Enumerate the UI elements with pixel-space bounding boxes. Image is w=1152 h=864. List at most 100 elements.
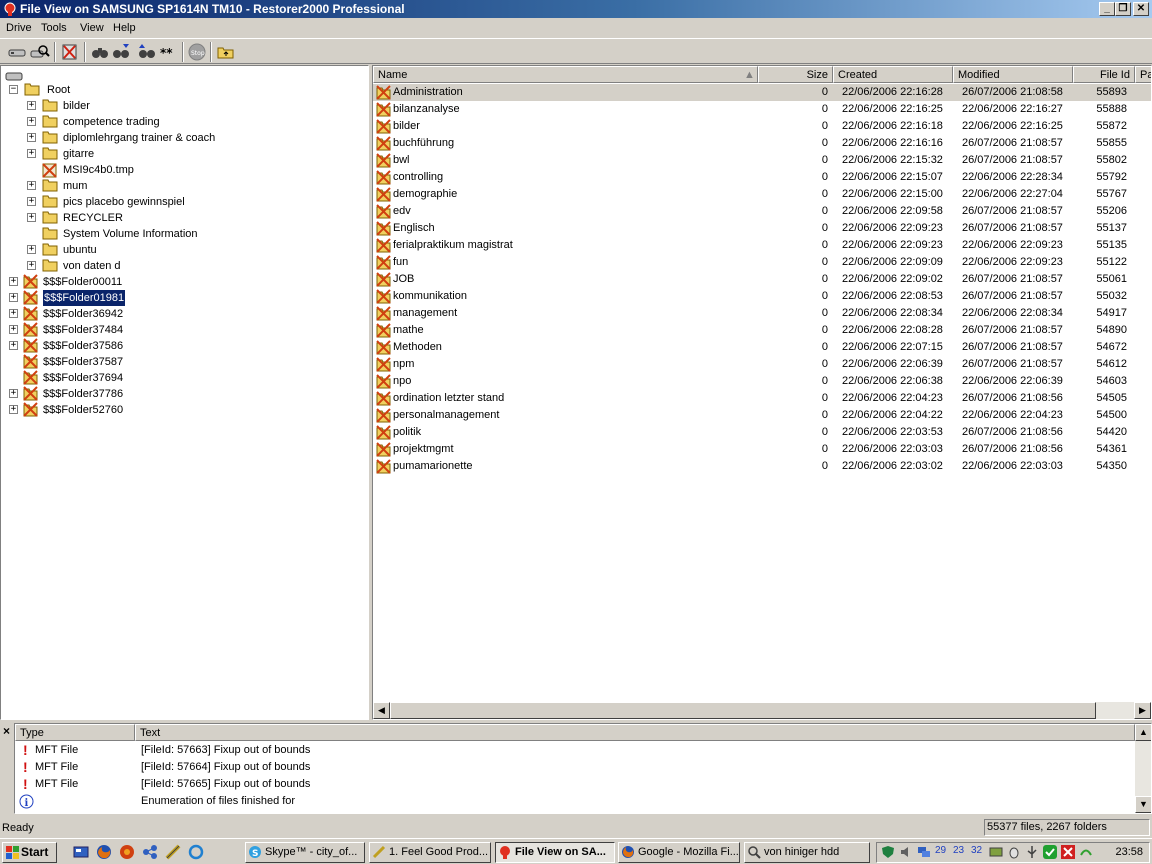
taskbar-button[interactable]: Google - Mozilla Fi... — [618, 842, 740, 863]
log-row[interactable]: ! MFT File [FileId: 57665] Fixup out of bo… — [15, 776, 1135, 793]
delete-mark-icon[interactable] — [60, 42, 80, 62]
column-header-parent[interactable]: Pa — [1135, 66, 1151, 83]
tree-item[interactable]: + von daten d — [1, 258, 361, 274]
expand-toggle[interactable]: + — [9, 293, 18, 302]
file-row[interactable]: npo 0 22/06/2006 22:06:38 22/06/2006 22:06:… — [373, 373, 1151, 390]
tree-item[interactable]: + diplomlehrgang trainer & coach — [1, 130, 361, 146]
expand-toggle[interactable]: + — [27, 133, 36, 142]
menu-drive[interactable]: Drive — [6, 18, 32, 38]
usb-icon[interactable] — [1025, 845, 1039, 859]
log-row[interactable]: ! MFT File [FileId: 57663] Fixup out of bo… — [15, 742, 1135, 759]
tree-item[interactable]: MSI9c4b0.tmp — [1, 162, 361, 178]
log-column-type[interactable]: Type — [15, 724, 135, 741]
log-scroll-up-button[interactable]: ▲ — [1135, 724, 1151, 741]
file-row[interactable]: buchführung 0 22/06/2006 22:16:16 26/07/200… — [373, 135, 1151, 152]
expand-toggle[interactable]: + — [27, 261, 36, 270]
taskbar-button[interactable]: 1. Feel Good Prod... — [369, 842, 491, 863]
scroll-thumb[interactable] — [390, 702, 1096, 719]
menu-help[interactable]: Help — [113, 18, 136, 38]
sync-icon[interactable] — [188, 844, 204, 860]
expand-toggle[interactable]: + — [27, 197, 36, 206]
wildcard-search-icon[interactable]: ** — [158, 42, 178, 62]
expand-toggle[interactable]: + — [9, 325, 18, 334]
log-close-icon[interactable]: × — [3, 724, 10, 738]
tree-item-lost-folder[interactable]: + $$$Folder37484 — [1, 322, 361, 338]
file-row[interactable]: management 0 22/06/2006 22:08:34 22/06/2006… — [373, 305, 1151, 322]
expand-toggle[interactable]: + — [27, 181, 36, 190]
menu-view[interactable]: View — [80, 18, 104, 38]
file-row[interactable]: pumamarionette 0 22/06/2006 22:03:02 22/06/… — [373, 458, 1151, 475]
up-folder-icon[interactable] — [216, 42, 236, 62]
expand-toggle[interactable]: + — [9, 341, 18, 350]
tree-item[interactable]: System Volume Information — [1, 226, 361, 242]
start-button[interactable]: Start — [2, 842, 57, 863]
expand-toggle[interactable]: + — [9, 309, 18, 318]
scan-drive-icon[interactable] — [30, 42, 50, 62]
expand-toggle[interactable]: + — [27, 117, 36, 126]
expand-toggle[interactable]: + — [9, 405, 18, 414]
tools-icon[interactable] — [165, 844, 181, 860]
display-icon[interactable] — [989, 845, 1003, 859]
drive-icon[interactable] — [7, 42, 27, 62]
tree-item-lost-folder[interactable]: + $$$Folder01981 — [1, 289, 361, 307]
clock[interactable]: 23:58 — [1115, 843, 1143, 862]
file-row[interactable]: projektmgmt 0 22/06/2006 22:03:03 26/07/200… — [373, 441, 1151, 458]
file-row[interactable]: politik 0 22/06/2006 22:03:53 26/07/2006 21… — [373, 424, 1151, 441]
tree-item[interactable]: + competence trading — [1, 114, 361, 130]
file-row[interactable]: personalmanagement 0 22/06/2006 22:04:22 22… — [373, 407, 1151, 424]
tree-item[interactable]: + mum — [1, 178, 361, 194]
show-desktop-icon[interactable] — [73, 844, 89, 860]
tree-item[interactable]: + ubuntu — [1, 242, 361, 258]
tree-item-lost-folder[interactable]: $$$Folder37694 — [1, 370, 361, 386]
folder-tree[interactable]: − Root + bilder + competence trading + diplomle… — [0, 65, 369, 720]
file-row[interactable]: Methoden 0 22/06/2006 22:07:15 26/07/2006 2… — [373, 339, 1151, 356]
log-row[interactable]: i Enumeration of files finished for — [15, 793, 1135, 810]
column-header-file-id[interactable]: File Id — [1073, 66, 1135, 83]
file-row[interactable]: fun 0 22/06/2006 22:09:09 22/06/2006 22:09:… — [373, 254, 1151, 271]
file-row[interactable]: JOB 0 22/06/2006 22:09:02 26/07/2006 21:08:… — [373, 271, 1151, 288]
scroll-right-button[interactable]: ▶ — [1134, 702, 1151, 719]
taskbar-button[interactable]: File View on SA... — [495, 842, 615, 863]
tree-item-lost-folder[interactable]: + $$$Folder36942 — [1, 306, 361, 322]
tray-number[interactable]: 32 — [971, 845, 985, 859]
log-vertical-scrollbar[interactable]: ▲ ▼ — [1135, 724, 1151, 813]
file-row[interactable]: edv 0 22/06/2006 22:09:58 26/07/2006 21:08:… — [373, 203, 1151, 220]
log-scroll-down-button[interactable]: ▼ — [1135, 796, 1151, 813]
file-row[interactable]: bilder 0 22/06/2006 22:16:18 22/06/2006 22:… — [373, 118, 1151, 135]
column-header-created[interactable]: Created — [833, 66, 953, 83]
collapse-toggle[interactable]: − — [9, 85, 18, 94]
update-icon[interactable] — [1079, 845, 1093, 859]
taskbar-button[interactable]: S Skype™ - city_of... — [245, 842, 365, 863]
antivirus-icon[interactable] — [1061, 845, 1075, 859]
column-header-name[interactable]: Name ▲ — [373, 66, 758, 83]
column-header-modified[interactable]: Modified — [953, 66, 1073, 83]
check-icon[interactable] — [1043, 845, 1057, 859]
file-row[interactable]: ordination letzter stand 0 22/06/2006 22:0… — [373, 390, 1151, 407]
tray-number[interactable]: 29 — [935, 845, 949, 859]
tree-item[interactable]: + bilder — [1, 98, 361, 114]
tray-number[interactable]: 23 — [953, 845, 967, 859]
file-row[interactable]: bilanzanalyse 0 22/06/2006 22:16:25 22/06/2… — [373, 101, 1151, 118]
expand-toggle[interactable]: + — [27, 149, 36, 158]
find-next-icon[interactable] — [111, 42, 131, 62]
tree-item[interactable]: + pics placebo gewinnspiel — [1, 194, 361, 210]
file-row[interactable]: demographie 0 22/06/2006 22:15:00 22/06/200… — [373, 186, 1151, 203]
close-button[interactable]: ✕ — [1133, 2, 1149, 16]
network-status-icon[interactable] — [917, 845, 931, 859]
log-column-text[interactable]: Text — [135, 724, 1135, 741]
file-row[interactable]: bwl 0 22/06/2006 22:15:32 26/07/2006 21:08:… — [373, 152, 1151, 169]
file-row[interactable]: ferialpraktikum magistrat 0 22/06/2006 22:… — [373, 237, 1151, 254]
network-icon[interactable] — [142, 844, 158, 860]
expand-toggle[interactable]: + — [27, 101, 36, 110]
volume-icon[interactable] — [899, 845, 913, 859]
mouse-icon[interactable] — [1007, 845, 1021, 859]
tree-item-lost-folder[interactable]: + $$$Folder37786 — [1, 386, 361, 402]
file-list[interactable]: Name ▲ Size Created Modified File Id Pa A… — [372, 65, 1152, 720]
find-previous-icon[interactable] — [137, 42, 157, 62]
expand-toggle[interactable]: + — [9, 389, 18, 398]
find-icon[interactable] — [90, 42, 110, 62]
shield-icon[interactable] — [881, 845, 895, 859]
tree-item[interactable]: + RECYCLER — [1, 210, 361, 226]
restore-button[interactable]: ❐ — [1115, 2, 1131, 16]
file-row[interactable]: kommunikation 0 22/06/2006 22:08:53 26/07/2… — [373, 288, 1151, 305]
